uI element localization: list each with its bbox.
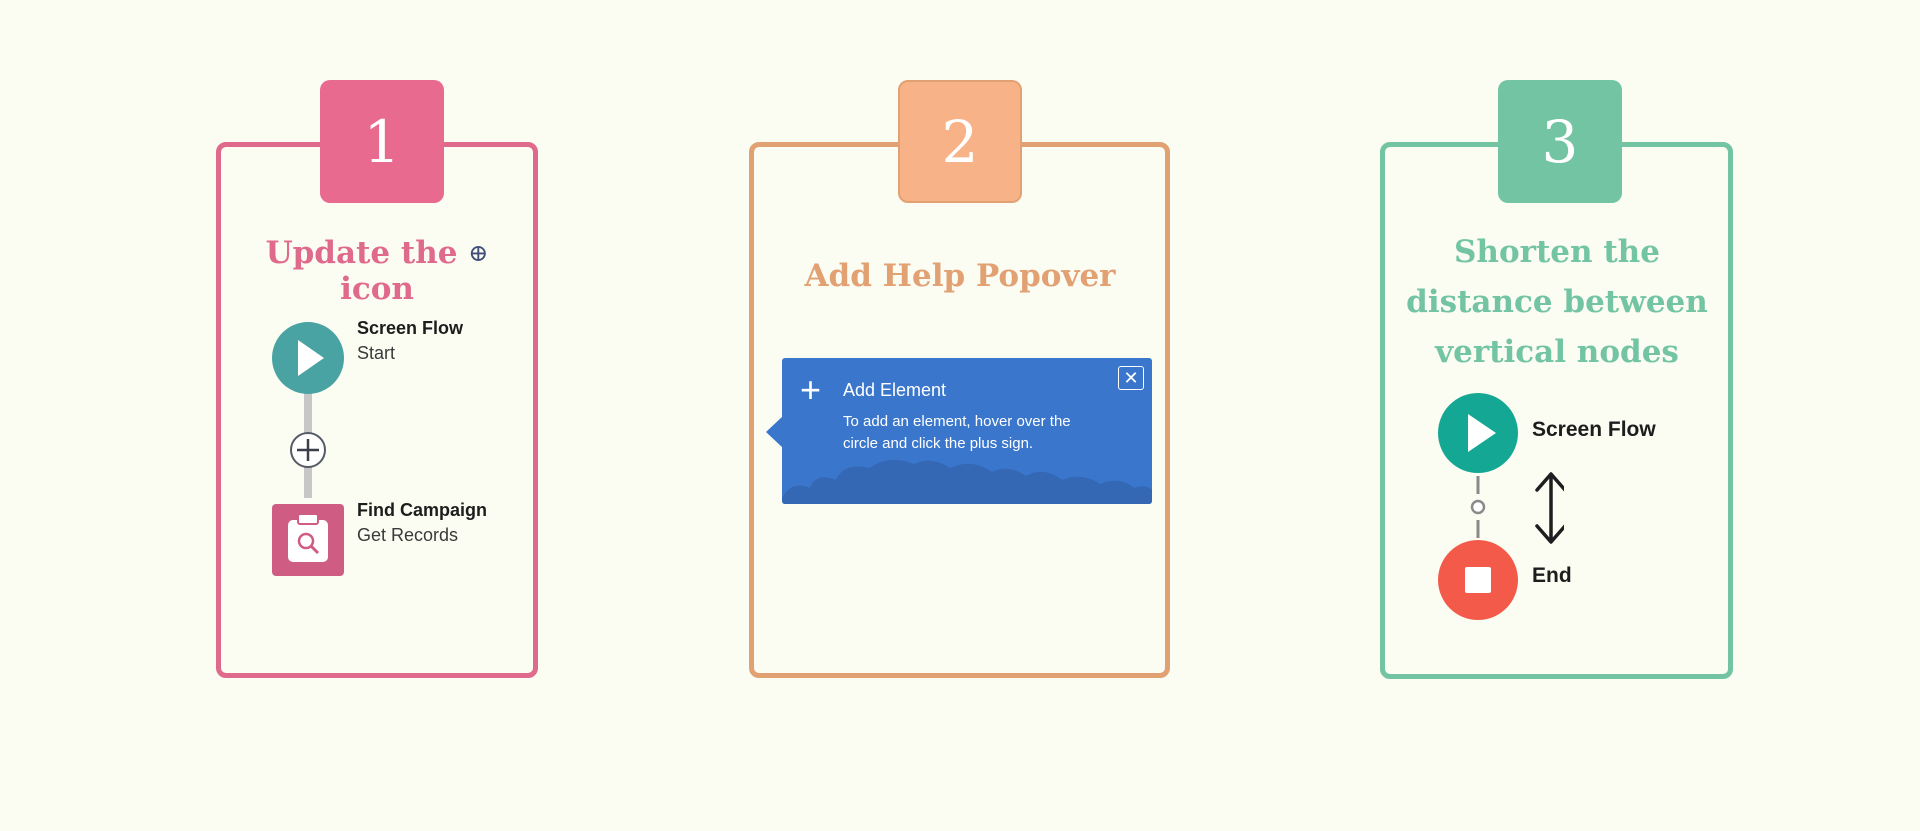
- step-1-number-badge: 1: [320, 80, 444, 203]
- step-2-number-badge: 2: [898, 80, 1022, 203]
- step-1-title-after-icon: icon: [340, 271, 414, 307]
- clipboard-search-icon: [272, 504, 344, 576]
- clouds-decoration: [782, 459, 1152, 504]
- popover-pointer: [766, 416, 783, 448]
- start-node-subtitle: Start: [357, 343, 396, 363]
- start-node-title: Screen Flow: [1532, 418, 1656, 441]
- stop-icon: [1438, 540, 1518, 620]
- step-1-number: 1: [363, 107, 401, 176]
- end-node-title: End: [1532, 564, 1572, 587]
- plus-icon: +: [800, 369, 822, 410]
- plus-circle-icon[interactable]: [290, 432, 326, 468]
- step-1-flow-diagram: [272, 322, 344, 576]
- connector-dot: [1470, 499, 1486, 515]
- step-3-number: 3: [1541, 107, 1579, 176]
- close-icon[interactable]: ✕: [1118, 366, 1144, 390]
- record-node-label: Find Campaign Get Records: [357, 500, 487, 546]
- step-2-title: Add Help Popover: [804, 258, 1116, 294]
- start-node-label: Screen Flow Start: [357, 318, 463, 364]
- popover-title: Add Element: [843, 380, 947, 400]
- record-node-title: Find Campaign: [357, 500, 487, 520]
- record-node-subtitle: Get Records: [357, 525, 459, 545]
- end-node-label: End: [1532, 564, 1572, 588]
- help-popover: + Add Element To add an element, hover o…: [782, 358, 1152, 504]
- step-2-number: 2: [941, 107, 979, 176]
- step-1-title-before-icon: Update the: [265, 235, 458, 271]
- play-icon: [1438, 393, 1518, 473]
- step-3-number-badge: 3: [1498, 80, 1622, 203]
- start-node-title: Screen Flow: [357, 318, 464, 338]
- double-arrow-vertical-icon: [1535, 472, 1564, 544]
- play-icon: [272, 322, 344, 394]
- add-circle-icon: ⊕: [468, 239, 489, 267]
- step-1-title: Update the ⊕ icon: [225, 235, 529, 307]
- step-1-card: [216, 142, 538, 678]
- start-node-label: Screen Flow: [1532, 418, 1656, 442]
- popover-body: To add an element, hover over the circle…: [843, 413, 1071, 452]
- step-3-title: Shorten the distance between vertical no…: [1406, 234, 1708, 370]
